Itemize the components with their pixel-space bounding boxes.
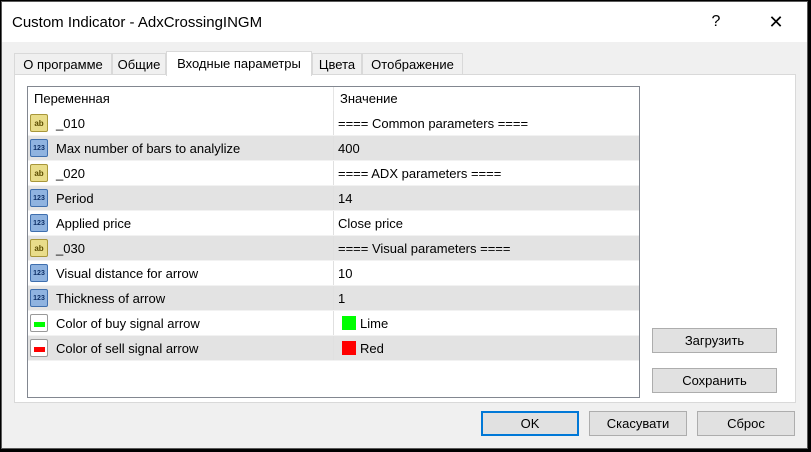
color-type-icon-swatch xyxy=(34,347,45,352)
table-row[interactable]: 123 Period 14 xyxy=(28,186,639,211)
cancel-button[interactable]: Скасувати xyxy=(589,411,687,436)
cell-divider xyxy=(333,186,334,211)
window-title: Custom Indicator - AdxCrossingINGM xyxy=(12,14,263,31)
parameter-name: _020 xyxy=(56,166,85,181)
save-button[interactable]: Сохранить xyxy=(652,368,777,393)
parameter-name: _010 xyxy=(56,116,85,131)
ok-button[interactable]: OK xyxy=(481,411,579,436)
grid-header: Переменная Значение xyxy=(28,87,639,111)
parameters-grid: Переменная Значение ab _010 ==== Common pa… xyxy=(27,86,640,398)
table-row[interactable]: Color of buy signal arrow Lime xyxy=(28,311,639,336)
number-type-icon: 123 xyxy=(30,189,48,207)
color-type-icon-swatch xyxy=(34,322,45,327)
color-name: Lime xyxy=(360,316,389,331)
indicator-dialog: Custom Indicator - AdxCrossingINGM ? ✕ О… xyxy=(1,1,808,449)
row-divider xyxy=(28,360,639,361)
column-header-variable[interactable]: Переменная xyxy=(34,87,110,111)
parameter-value[interactable]: ==== Visual parameters ==== xyxy=(338,236,511,261)
table-row[interactable]: 123 Applied price Close price xyxy=(28,211,639,236)
title-bar: Custom Indicator - AdxCrossingINGM ? ✕ xyxy=(2,2,807,42)
table-row[interactable]: 123 Thickness of arrow 1 xyxy=(28,286,639,311)
table-row[interactable]: ab _010 ==== Common parameters ==== xyxy=(28,111,639,136)
parameter-value[interactable]: 1 xyxy=(338,286,345,311)
string-type-icon: ab xyxy=(30,114,48,132)
inputs-panel: Переменная Значение ab _010 ==== Common pa… xyxy=(14,74,796,403)
parameter-value[interactable]: Close price xyxy=(338,211,403,236)
parameter-value[interactable]: ==== Common parameters ==== xyxy=(338,111,528,136)
load-button[interactable]: Загрузить xyxy=(652,328,777,353)
close-button[interactable]: ✕ xyxy=(754,2,798,42)
number-type-icon: 123 xyxy=(30,264,48,282)
table-row[interactable]: 123 Max number of bars to analylize 400 xyxy=(28,136,639,161)
cell-divider xyxy=(333,161,334,186)
color-name: Red xyxy=(360,341,384,356)
tab-common[interactable]: Общие xyxy=(112,53,166,74)
table-row[interactable]: ab _020 ==== ADX parameters ==== xyxy=(28,161,639,186)
cell-divider xyxy=(333,111,334,136)
color-swatch xyxy=(342,316,356,330)
parameter-value[interactable]: 400 xyxy=(338,136,360,161)
parameter-name: Visual distance for arrow xyxy=(56,266,199,281)
string-type-icon: ab xyxy=(30,239,48,257)
tab-visualization[interactable]: Отображение xyxy=(362,53,463,74)
cell-divider xyxy=(333,311,334,336)
parameter-name: Color of sell signal arrow xyxy=(56,341,199,356)
cell-divider xyxy=(333,211,334,236)
color-swatch xyxy=(342,341,356,355)
parameter-value[interactable]: ==== ADX parameters ==== xyxy=(338,161,501,186)
table-row[interactable]: Color of sell signal arrow Red xyxy=(28,336,639,361)
number-type-icon: 123 xyxy=(30,139,48,157)
string-type-icon: ab xyxy=(30,164,48,182)
parameter-name: Period xyxy=(56,191,94,206)
parameter-name: Color of buy signal arrow xyxy=(56,316,200,331)
parameter-value[interactable]: 14 xyxy=(338,186,352,211)
column-separator[interactable] xyxy=(333,87,334,111)
parameter-value[interactable]: 10 xyxy=(338,261,352,286)
parameter-name: _030 xyxy=(56,241,85,256)
tab-inputs[interactable]: Входные параметры xyxy=(166,51,312,76)
number-type-icon: 123 xyxy=(30,214,48,232)
reset-button[interactable]: Сброс xyxy=(697,411,795,436)
cell-divider xyxy=(333,261,334,286)
tab-about[interactable]: О программе xyxy=(14,53,112,74)
parameter-name: Max number of bars to analylize xyxy=(56,141,241,156)
table-row[interactable]: 123 Visual distance for arrow 10 xyxy=(28,261,639,286)
cell-divider xyxy=(333,286,334,311)
table-row[interactable]: ab _030 ==== Visual parameters ==== xyxy=(28,236,639,261)
parameter-name: Applied price xyxy=(56,216,132,231)
column-header-value[interactable]: Значение xyxy=(340,87,398,111)
cell-divider xyxy=(333,236,334,261)
cell-divider xyxy=(333,136,334,161)
parameter-name: Thickness of arrow xyxy=(56,291,166,306)
help-button[interactable]: ? xyxy=(694,2,738,42)
number-type-icon: 123 xyxy=(30,289,48,307)
color-type-icon xyxy=(30,339,48,357)
color-type-icon xyxy=(30,314,48,332)
cell-divider xyxy=(333,336,334,361)
tab-colors[interactable]: Цвета xyxy=(312,53,362,74)
